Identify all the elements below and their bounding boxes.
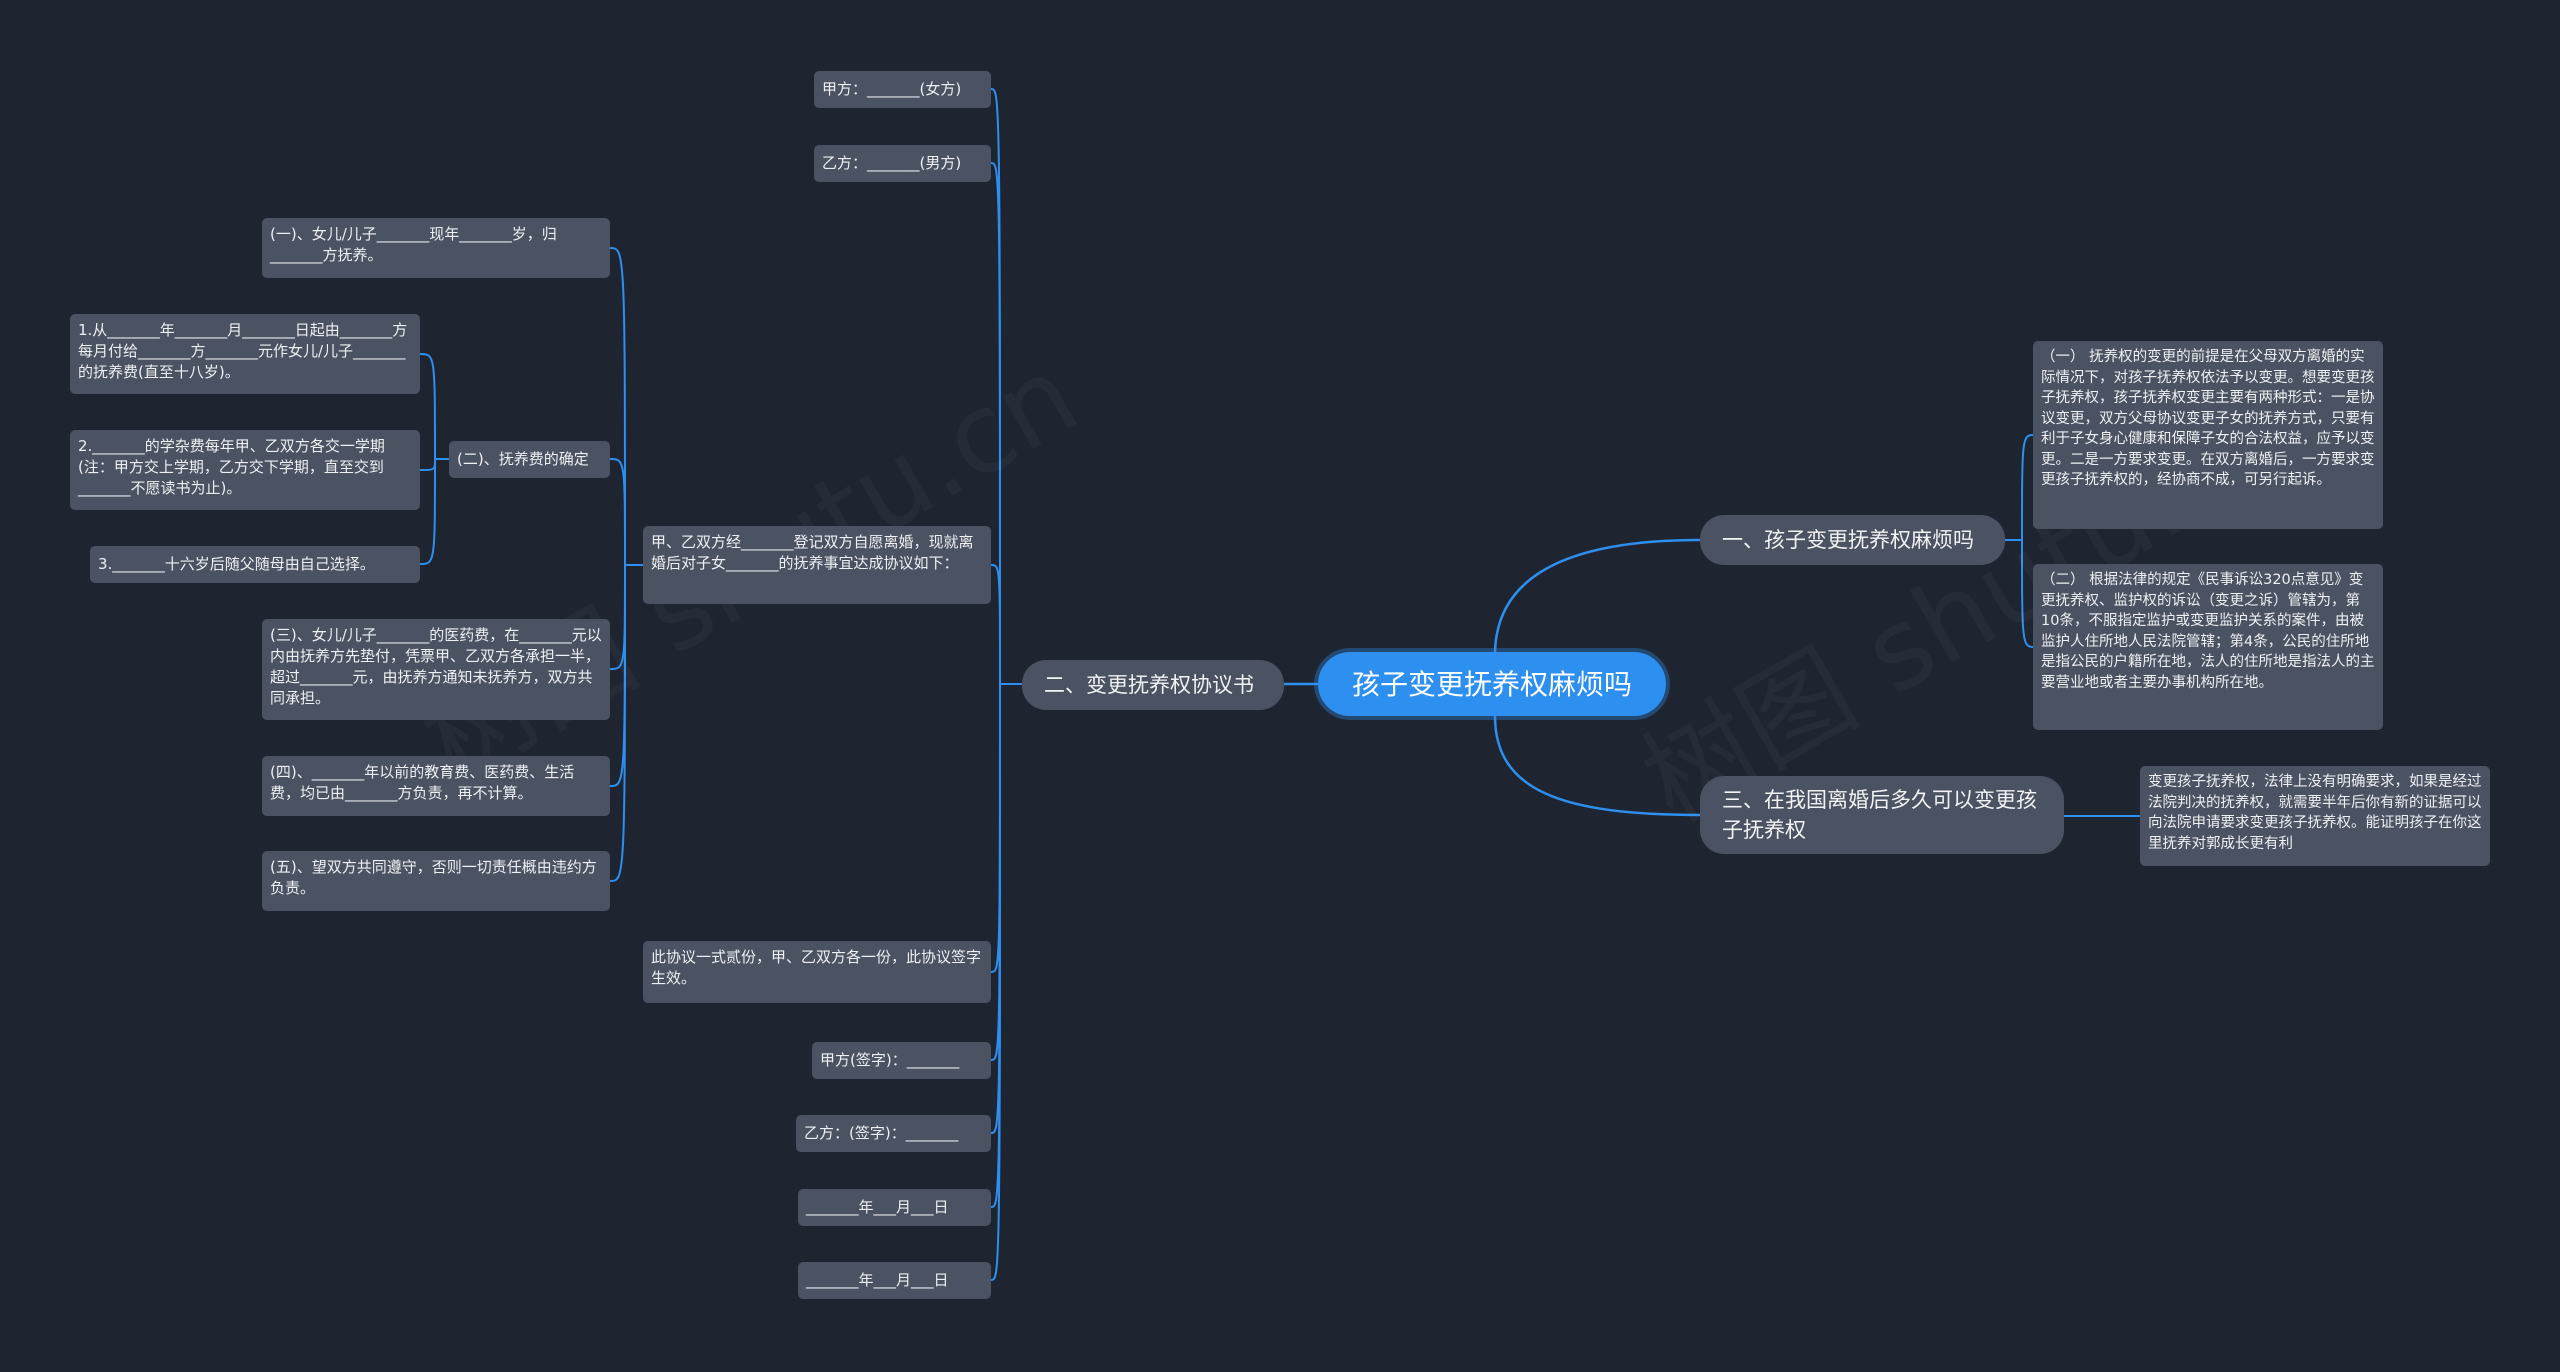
leaf-item-three[interactable]: (三)、女儿/儿子_______的医药费，在_______元以内由抚养方先垫付，… [262,619,610,720]
leaf-sign-a[interactable]: 甲方(签字)：_______ [812,1042,991,1079]
root-topic[interactable]: 孩子变更抚养权麻烦吗 [1318,652,1666,716]
leaf-item-two[interactable]: (二)、抚养费的确定 [449,441,610,478]
leaf-item-four[interactable]: (四)、_______年以前的教育费、医药费、生活费，均已由_______方负责… [262,756,610,816]
branch-change-custody-trouble[interactable]: 一、孩子变更抚养权麻烦吗 [1700,515,2005,565]
link-root-branch1 [1493,538,1701,656]
leaf-item-two-c[interactable]: 3._______十六岁后随父随母由自己选择。 [90,546,420,583]
link-intro-item-2 [609,564,626,670]
link-intro-item-0 [609,247,626,566]
leaf-time-after-divorce-answer[interactable]: 变更孩子抚养权，法律上没有明确要求，如果是经过法院判决的抚养权，就需要半年后你有… [2140,766,2490,866]
link-b1-c1 [2021,434,2034,541]
link-two-sub-2 [419,458,436,565]
leaf-party-b[interactable]: 乙方：_______(男方) [814,145,991,182]
link-two-sub-0 [419,353,436,460]
leaf-copies[interactable]: 此协议一式贰份，甲、乙双方各一份，此协议签字生效。 [643,941,991,1003]
link-b1-c2 [2021,539,2034,648]
link-two-sub-1 [419,458,436,471]
leaf-party-a[interactable]: 甲方：_______(女方) [814,71,991,108]
leaf-custody-change-premise[interactable]: （一） 抚养权的变更的前提是在父母双方离婚的实际情况下，对孩子抚养权依法予以变更… [2033,341,2383,529]
branch-agreement[interactable]: 二、变更抚养权协议书 [1022,660,1284,710]
link-intro-item-3 [609,564,626,787]
leaf-item-two-a[interactable]: 1.从_______年_______月_______日起由_______方每月付… [70,314,420,394]
branch-time-after-divorce[interactable]: 三、在我国离婚后多久可以变更孩子抚养权 [1700,776,2064,854]
leaf-item-one[interactable]: (一)、女儿/儿子_______现年_______岁，归_______方抚养。 [262,218,610,278]
leaf-custody-jurisdiction[interactable]: （二） 根据法律的规定《民事诉讼320点意见》变更抚养权、监护权的诉讼（变更之诉… [2033,564,2383,730]
leaf-item-two-b[interactable]: 2._______的学杂费每年甲、乙双方各交一学期(注：甲方交上学期，乙方交下学… [70,430,420,510]
leaf-sign-b[interactable]: 乙方：(签字)：_______ [796,1115,991,1152]
leaf-date-1[interactable]: _______年___月___日 [798,1189,991,1226]
link-intro-item-1 [609,458,626,566]
leaf-item-five[interactable]: (五)、望双方共同遵守，否则一切责任概由违约方负责。 [262,851,610,911]
link-intro-item-4 [609,564,626,882]
link-b2-child-2 [990,564,1001,685]
leaf-intro[interactable]: 甲、乙双方经_______登记双方自愿离婚，现就离婚后对子女_______的抚养… [643,526,991,604]
leaf-date-2[interactable]: _______年___月___日 [798,1262,991,1299]
link-root-branch3 [1493,715,1701,817]
